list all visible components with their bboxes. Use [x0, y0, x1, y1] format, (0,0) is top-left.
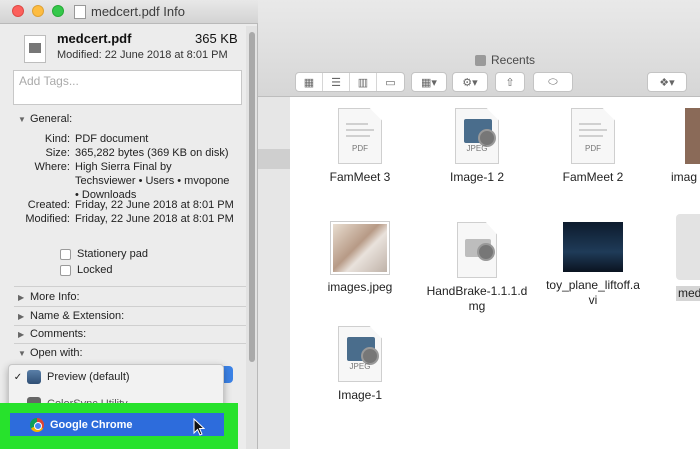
file-item[interactable]: JPEG Image-1 2 [422, 108, 532, 185]
modified-value: Friday, 22 June 2018 at 8:01 PM [75, 213, 234, 225]
sidebar-highlight [255, 149, 290, 169]
created-value: Friday, 22 June 2018 at 8:01 PM [75, 199, 234, 211]
menu-item-google-chrome[interactable]: Google Chrome [10, 413, 224, 436]
disclosure-closed-icon[interactable]: ▶ [18, 330, 30, 339]
scrollbar-thumb[interactable] [249, 32, 255, 362]
more-info-section-header[interactable]: ▶ More Info: [0, 290, 246, 304]
mouse-cursor-icon [193, 418, 205, 436]
locked-checkbox[interactable] [60, 265, 71, 276]
stationery-pad-checkbox[interactable] [60, 249, 71, 260]
finder-toolbar: Recents ▦ ☰ ▥ ▭ ▦▾ ⚙▾ ⇧ ⬭ ❖▾ [255, 0, 700, 97]
screen: Recents ▦ ☰ ▥ ▭ ▦▾ ⚙▾ ⇧ ⬭ ❖▾ PDF FamMeet… [0, 0, 700, 449]
close-button[interactable] [12, 5, 24, 17]
pdf-file-icon [74, 4, 86, 19]
comments-section-header[interactable]: ▶ Comments: [0, 327, 246, 341]
folder-icon [475, 54, 486, 66]
disk-image-icon [457, 222, 497, 278]
column-view-icon[interactable]: ▥ [350, 73, 377, 91]
open-with-section-header[interactable]: ▼ Open with: [0, 346, 246, 360]
where-value-line1: High Sierra Final by [75, 161, 172, 173]
file-size: 365 KB [195, 31, 238, 46]
finder-title: Recents [475, 53, 535, 67]
pdf-document-icon: PDF [338, 108, 382, 164]
share-icon[interactable]: ⇧ [496, 73, 524, 91]
tag-button[interactable]: ⬭ [533, 72, 573, 92]
group-button[interactable]: ▦▾ [411, 72, 447, 92]
file-item[interactable]: JPEG Image-1 [305, 326, 415, 403]
general-section-header[interactable]: ▼ General: [0, 112, 246, 126]
jpeg-document-icon: JPEG [455, 108, 499, 164]
gear-icon[interactable]: ⚙▾ [453, 73, 487, 91]
image-thumbnail [685, 108, 700, 164]
chrome-icon [30, 417, 44, 432]
pdf-document-icon: PDF [571, 108, 615, 164]
file-item[interactable]: PDF FamMeet 3 [305, 108, 415, 185]
selected-file-icon [676, 214, 700, 280]
video-thumbnail [563, 222, 623, 272]
divider [14, 325, 246, 326]
finder-sidebar [255, 97, 290, 449]
minimize-button[interactable] [32, 5, 44, 17]
kind-value: PDF document [75, 133, 149, 145]
divider [14, 286, 246, 287]
where-label: Where: [34, 161, 70, 173]
share-button[interactable]: ⇧ [495, 72, 525, 92]
created-label: Created: [27, 199, 70, 211]
disclosure-closed-icon[interactable]: ▶ [18, 293, 30, 302]
cat-image-thumbnail [331, 222, 389, 274]
tags-input[interactable]: Add Tags... [13, 70, 242, 105]
size-value: 365,282 bytes (369 KB on disk) [75, 147, 229, 159]
file-item[interactable]: imag [655, 108, 700, 185]
pdf-file-icon [24, 35, 46, 63]
checkmark-icon: ✓ [13, 371, 23, 383]
gallery-view-icon[interactable]: ▭ [377, 73, 404, 91]
view-switcher[interactable]: ▦ ☰ ▥ ▭ [295, 72, 405, 92]
file-item[interactable]: PDF FamMeet 2 [538, 108, 648, 185]
modified-date: Modified: 22 June 2018 at 8:01 PM [57, 49, 228, 61]
info-titlebar: medcert.pdf Info [0, 0, 258, 24]
jpeg-document-icon: JPEG [338, 326, 382, 382]
group-icon[interactable]: ▦▾ [412, 73, 446, 91]
tag-icon[interactable]: ⬭ [534, 73, 572, 91]
stationery-pad-label: Stationery pad [77, 248, 148, 260]
where-value-line2: Techsviewer • Users • mvopone [75, 175, 230, 187]
disclosure-open-icon[interactable]: ▼ [18, 115, 30, 124]
list-view-icon[interactable]: ☰ [323, 73, 350, 91]
zoom-button[interactable] [52, 5, 64, 17]
dropbox-icon[interactable]: ❖▾ [648, 73, 686, 91]
dropbox-button[interactable]: ❖▾ [647, 72, 687, 92]
disclosure-open-icon[interactable]: ▼ [18, 349, 30, 358]
locked-label: Locked [77, 264, 113, 276]
file-item[interactable]: HandBrake-1.1.1.d mg [422, 222, 532, 314]
file-item[interactable]: toy_plane_liftoff.a vi [538, 222, 648, 308]
icon-view-icon[interactable]: ▦ [296, 73, 323, 91]
modified-label: Modified: [25, 213, 70, 225]
file-name: medcert.pdf [57, 31, 132, 46]
kind-label: Kind: [44, 133, 70, 145]
preview-app-icon [27, 370, 41, 384]
window-title: medcert.pdf Info [74, 4, 185, 19]
file-item[interactable]: images.jpeg [305, 222, 415, 295]
file-item[interactable]: med [676, 214, 700, 301]
disclosure-closed-icon[interactable]: ▶ [18, 312, 30, 321]
action-button[interactable]: ⚙▾ [452, 72, 488, 92]
divider [14, 343, 246, 344]
scrollbar[interactable] [246, 26, 257, 449]
divider [14, 306, 246, 307]
size-label: Size: [45, 147, 70, 159]
menu-item-preview[interactable]: ✓ Preview (default) [9, 366, 223, 388]
name-extension-section-header[interactable]: ▶ Name & Extension: [0, 309, 246, 323]
